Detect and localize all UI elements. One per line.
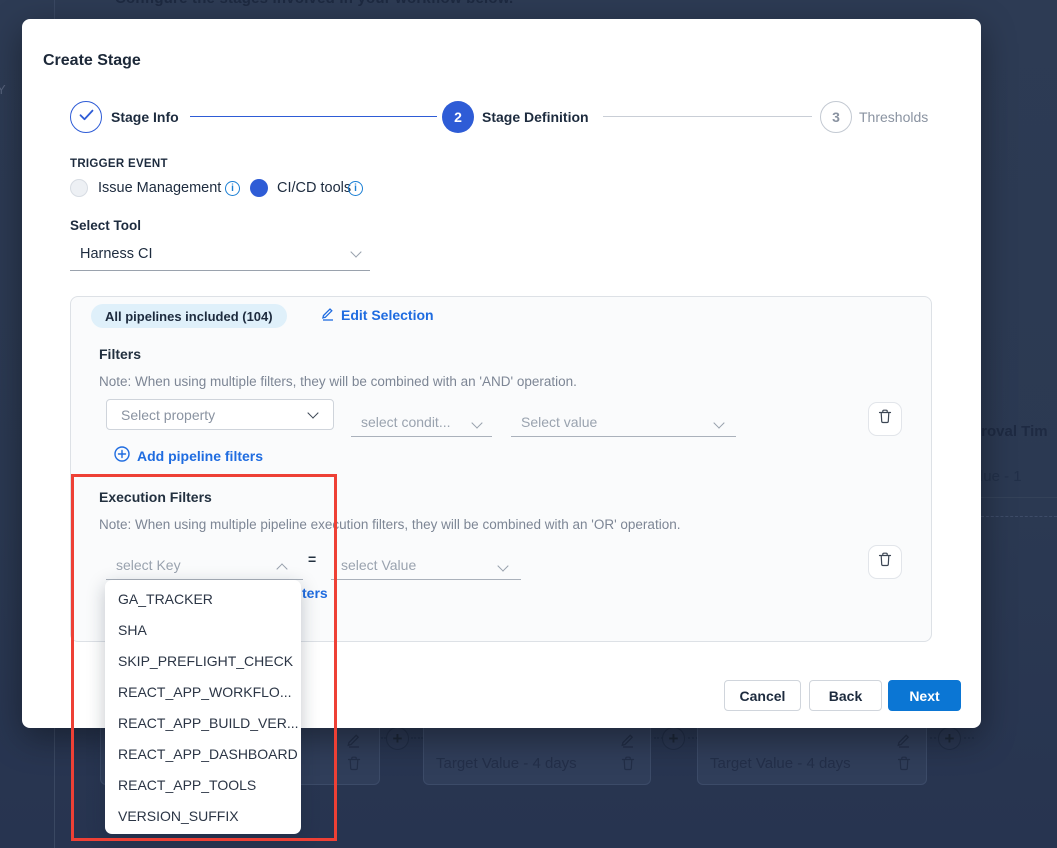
select-condition-dropdown[interactable]: select condit... [351,436,492,437]
chevron-up-icon [276,563,287,574]
dropdown-option[interactable]: REACT_APP_DASHBOARD [105,738,301,769]
trash-icon [347,756,361,771]
trash-icon [878,409,892,429]
add-stage-plus-icon: + [386,727,409,750]
edit-pencil-icon [346,732,362,748]
back-button[interactable]: Back [809,680,882,711]
filters-heading: Filters [99,346,141,362]
info-icon[interactable]: i [348,181,363,196]
select-key-placeholder: select Key [116,557,181,573]
cancel-button[interactable]: Cancel [724,680,801,711]
stage-card-label: Target Value - 4 days [436,755,577,772]
step-3-label: Thresholds [859,109,928,125]
chevron-down-icon [471,417,482,428]
dropdown-option[interactable]: REACT_APP_WORKFLO... [105,676,301,707]
plus-glyph: + [945,730,955,747]
dropdown-option[interactable]: GA_TRACKER [105,583,301,614]
edit-selection-link[interactable]: Edit Selection [321,306,434,324]
add-stage-plus-icon: + [662,727,685,750]
select-key-options-dropdown: GA_TRACKER SHA SKIP_PREFLIGHT_CHECK REAC… [105,580,301,834]
filters-note: Note: When using multiple filters, they … [99,374,577,389]
chevron-down-icon [307,407,318,418]
execution-filters-heading: Execution Filters [99,489,212,505]
radio-cicd-tools-label: CI/CD tools [277,180,351,196]
step-3-todo-circle[interactable]: 3 [820,101,852,133]
connector-dash [411,737,423,739]
select-property-dropdown[interactable]: Select property [106,399,334,430]
select-property-placeholder: Select property [121,407,215,423]
stepper-connector-active [190,116,437,117]
plus-circle-icon [114,446,130,465]
chevron-down-icon [713,417,724,428]
background-dashed-line [981,516,1057,517]
plus-glyph: + [393,730,403,747]
select-exec-value-dropdown[interactable]: select Value [331,579,521,580]
tool-select[interactable]: Harness CI [70,239,370,271]
background-cut-text: Y [0,82,6,97]
dropdown-option[interactable]: SKIP_PREFLIGHT_CHECK [105,645,301,676]
radio-issue-management-label: Issue Management [98,180,221,196]
screen: Configure the stages involved in your wo… [0,0,1057,848]
trash-icon [878,552,892,572]
background-card-edge [981,497,1057,498]
info-icon[interactable]: i [225,181,240,196]
add-execution-filters-link-partial[interactable]: ters [302,585,328,601]
tool-select-value: Harness CI [80,246,153,262]
select-exec-value-placeholder: select Value [341,557,416,573]
plus-glyph: + [669,730,679,747]
chevron-down-icon [497,560,508,571]
radio-cicd-tools[interactable] [250,179,268,197]
stepper-connector-inactive [603,116,812,117]
radio-issue-management[interactable] [70,179,88,197]
trigger-event-label: TRIGGER EVENT [70,158,168,170]
select-condition-placeholder: select condit... [361,414,451,430]
step-2-number: 2 [454,109,462,125]
trash-icon [897,756,911,771]
check-icon [79,108,94,126]
add-stage-plus-icon: + [938,727,961,750]
edit-pencil-icon [321,306,335,324]
trash-icon [621,756,635,771]
edit-selection-label: Edit Selection [341,307,434,323]
select-tool-label: Select Tool [70,218,141,233]
info-glyph: i [231,183,234,194]
delete-filter-button[interactable] [868,402,902,436]
chevron-down-icon [350,246,361,257]
add-pipeline-filters-link[interactable]: Add pipeline filters [114,446,263,465]
modal-title: Create Stage [43,52,141,70]
info-glyph: i [354,183,357,194]
stage-card-label: Target Value - 4 days [710,755,851,772]
edit-pencil-icon [620,732,636,748]
next-button[interactable]: Next [888,680,961,711]
pipelines-included-pill: All pipelines included (104) [91,304,287,328]
select-value-dropdown[interactable]: Select value [511,436,736,437]
connector-dash [964,737,974,739]
dropdown-option[interactable]: REACT_APP_TOOLS [105,769,301,800]
edit-pencil-icon [896,732,912,748]
dropdown-option[interactable]: SHA [105,614,301,645]
step-1-done-circle[interactable] [70,101,102,133]
delete-execution-filter-button[interactable] [868,545,902,579]
background-stage-card: Target Value - 4 days [697,718,927,785]
select-value-placeholder: Select value [521,414,597,430]
background-subtitle: Configure the stages involved in your wo… [115,0,513,7]
equals-sign: = [308,551,316,567]
step-2-active-circle[interactable]: 2 [442,101,474,133]
background-stage-card: Target Value - 4 days [423,718,651,785]
step-1-label: Stage Info [111,109,179,125]
step-2-label: Stage Definition [482,109,589,125]
execution-filters-note: Note: When using multiple pipeline execu… [99,517,680,532]
step-3-number: 3 [832,109,840,125]
dropdown-option[interactable]: REACT_APP_BUILD_VER... [105,707,301,738]
add-pipeline-filters-label: Add pipeline filters [137,448,263,464]
dropdown-option[interactable]: VERSION_SUFFIX [105,800,301,831]
